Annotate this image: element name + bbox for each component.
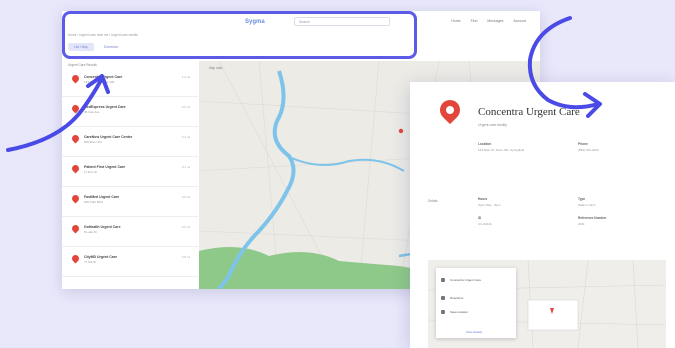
field-value[interactable]: (555) 010-2200 — [578, 148, 599, 153]
field-label: Type — [578, 197, 586, 201]
card-subtitle: Urgent care facility — [478, 123, 507, 127]
result-title: CityMD Urgent Care — [84, 255, 118, 259]
result-title: CareNow Urgent Care Center — [84, 135, 133, 139]
result-address: 17 Elm St — [84, 170, 98, 174]
nav-find[interactable]: Find — [471, 19, 478, 23]
list-item[interactable]: MedExpress Urgent Care 45 Oak Ave 2.0 mi — [62, 99, 198, 127]
results-list: Urgent Care Results Concentra Urgent Car… — [62, 61, 198, 289]
list-item[interactable]: Patient First Urgent Care 17 Elm St 3.1 … — [62, 159, 198, 187]
popup-directions[interactable]: Directions — [450, 296, 463, 300]
result-address: 8 Lake Dr — [84, 230, 98, 234]
field-label: ID — [478, 216, 482, 220]
result-distance: 3.1 mi — [181, 165, 190, 169]
result-distance: 4.0 mi — [181, 225, 190, 229]
directions-icon — [441, 296, 445, 300]
result-title: FastMed Urgent Care — [84, 195, 120, 199]
save-icon — [441, 310, 445, 314]
detail-card: Concentra Urgent Care Urgent care facili… — [410, 82, 675, 348]
field-value: Walk-in clinic — [578, 203, 596, 207]
nav-account[interactable]: Account — [513, 19, 526, 23]
result-address: 250 Park Blvd — [84, 200, 103, 204]
map-pin-icon — [70, 193, 81, 204]
field-value: 2021 — [578, 222, 585, 226]
result-title: Patient First Urgent Care — [84, 165, 126, 169]
result-address: 77 Hill St — [84, 260, 97, 264]
popup-link[interactable]: View details — [466, 330, 482, 334]
popup-save[interactable]: Save location — [450, 310, 468, 314]
list-item[interactable]: FastMed Urgent Care 250 Park Blvd 3.6 mi — [62, 189, 198, 217]
map-pin-icon — [70, 253, 81, 264]
map-popup: Concentra Urgent Care Directions Save lo… — [436, 268, 516, 338]
field-label: Reference Number — [578, 216, 607, 220]
result-distance: 2.4 mi — [181, 135, 190, 139]
result-title: GoHealth Urgent Care — [84, 225, 121, 229]
field-label: Hours — [478, 197, 488, 201]
nav-messages[interactable]: Messages — [487, 19, 503, 23]
nav-home[interactable]: Home — [451, 19, 460, 23]
result-title: Concentra Urgent Care — [84, 75, 123, 79]
top-nav: Home Find Messages Account — [451, 19, 526, 23]
result-title: MedExpress Urgent Care — [84, 105, 126, 109]
field-value: Open 8am - 8pm — [478, 203, 501, 207]
result-distance: 4.8 mi — [181, 255, 190, 259]
result-distance: 1.2 mi — [181, 75, 190, 79]
mini-map[interactable]: Concentra Urgent Care Directions Save lo… — [428, 260, 666, 348]
map-pin-icon — [70, 103, 81, 114]
pin-icon — [441, 278, 445, 282]
map-pin-icon — [70, 223, 81, 234]
list-item[interactable]: CityMD Urgent Care 77 Hill St 4.8 mi — [62, 249, 198, 277]
section-label: Details — [428, 199, 438, 203]
highlight-box — [62, 11, 417, 59]
popup-title: Concentra Urgent Care — [450, 278, 482, 282]
result-address: 45 Oak Ave — [84, 110, 100, 114]
result-address: 123 Main St, Suite 100 — [84, 80, 115, 84]
map-pin-icon — [70, 133, 81, 144]
field-label: Location — [478, 142, 492, 146]
list-item[interactable]: Concentra Urgent Care 123 Main St, Suite… — [62, 69, 198, 97]
map-pin-icon — [70, 163, 81, 174]
map-marker[interactable] — [398, 128, 404, 134]
result-distance: 2.0 mi — [181, 105, 190, 109]
card-title: Concentra Urgent Care — [478, 106, 580, 118]
map-pin-icon — [70, 73, 81, 84]
map-label: Map data — [209, 66, 223, 70]
result-address: 900 River Rd — [84, 140, 102, 144]
location-pin-icon — [435, 95, 465, 125]
list-item[interactable]: CareNow Urgent Care Center 900 River Rd … — [62, 129, 198, 157]
list-item[interactable]: GoHealth Urgent Care 8 Lake Dr 4.0 mi — [62, 219, 198, 247]
results-header: Urgent Care Results — [68, 63, 97, 67]
field-value: 123 Main St, Suite 100, Springfield — [478, 148, 525, 152]
result-distance: 3.6 mi — [181, 195, 190, 199]
field-value: UC-00421 — [478, 222, 492, 226]
field-label: Phone — [578, 142, 588, 146]
